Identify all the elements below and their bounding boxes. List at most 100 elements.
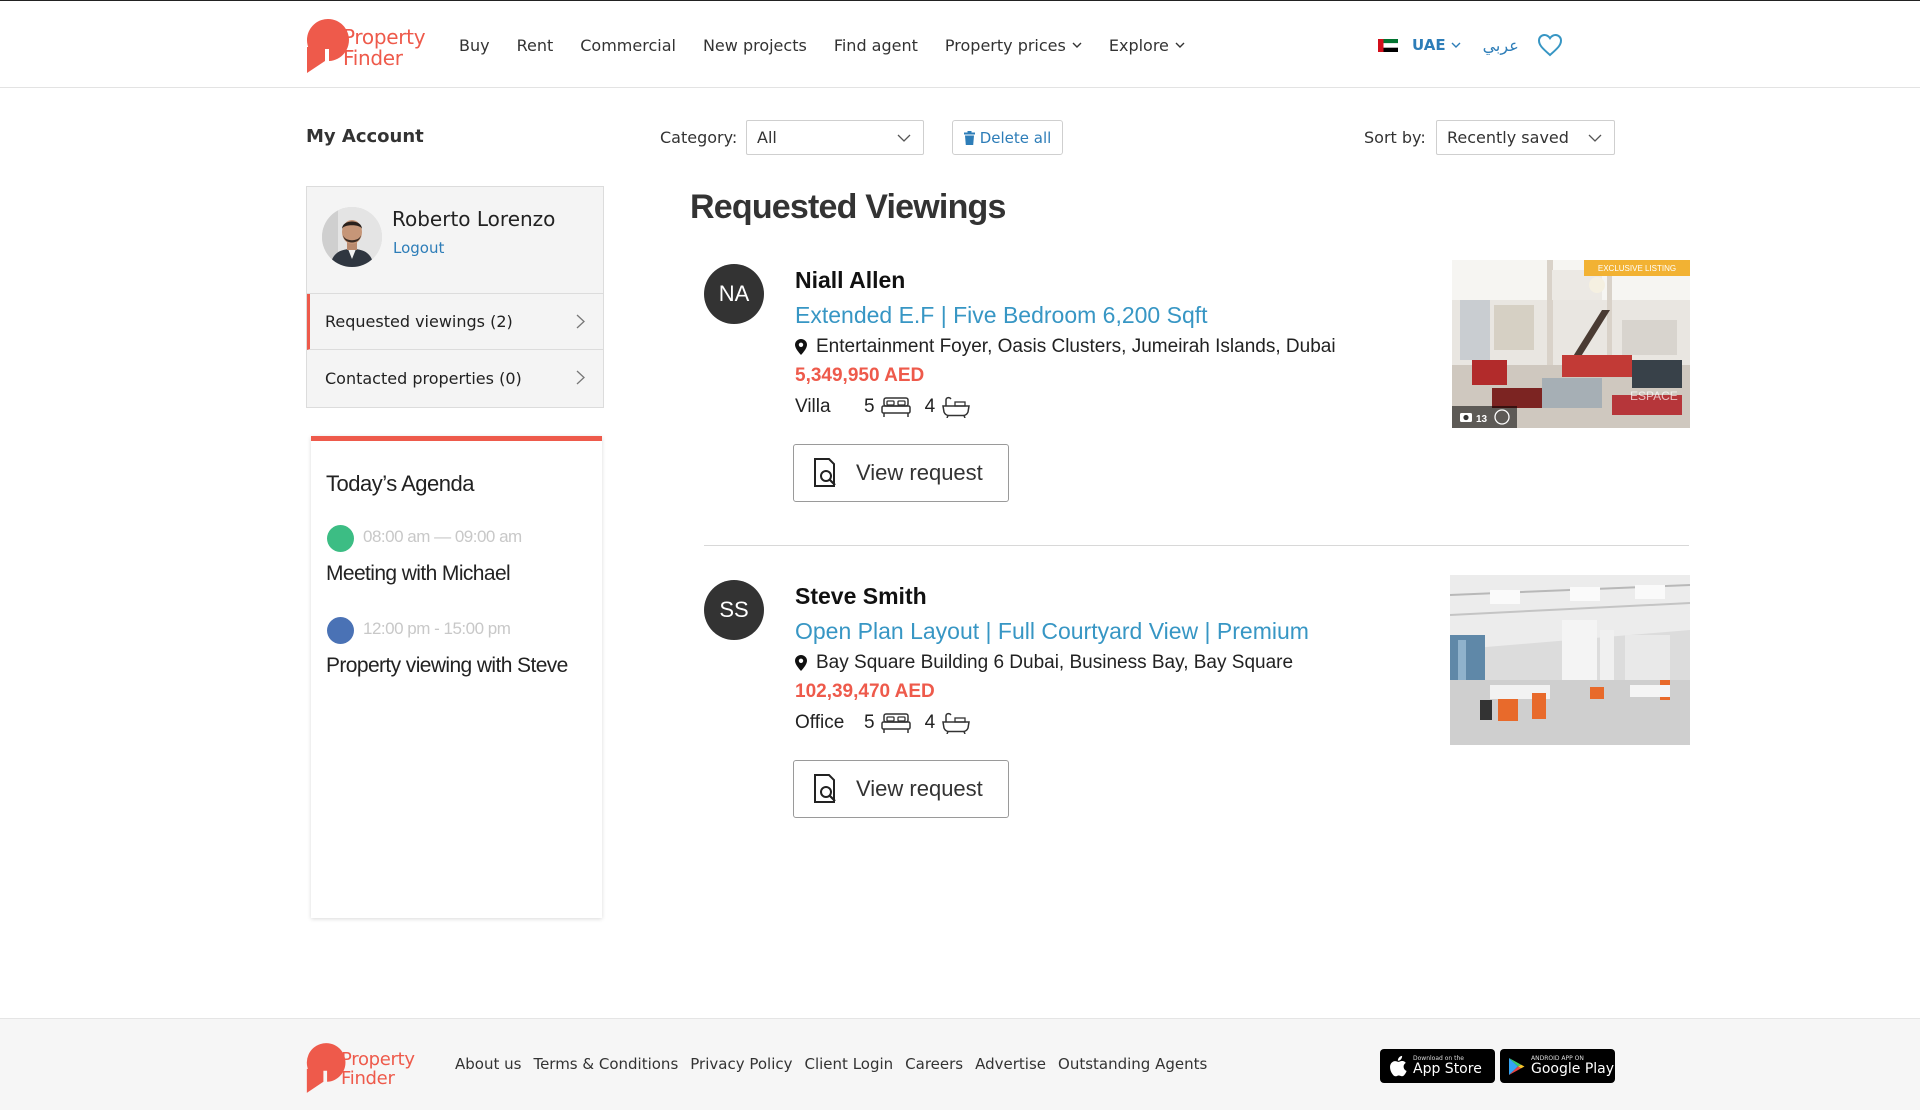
bed-icon <box>880 713 911 733</box>
google-play-icon <box>1509 1057 1525 1075</box>
footer-link-outstanding-agents[interactable]: Outstanding Agents <box>1058 1055 1207 1073</box>
property-thumbnail[interactable]: EXCLUSIVE LISTING ESPACE 13 <box>1452 260 1690 428</box>
google-play-big-text: Google Play <box>1531 1061 1615 1077</box>
logo-word-line2: Finder <box>341 1068 395 1089</box>
view-request-button[interactable]: View request <box>793 760 1009 818</box>
nav-commercial[interactable]: Commercial <box>580 36 676 55</box>
property-thumbnail[interactable] <box>1450 575 1690 745</box>
bed-count: 5 <box>864 396 875 417</box>
property-location: Bay Square Building 6 Dubai, Business Ba… <box>795 652 1293 674</box>
footer-link-careers[interactable]: Careers <box>905 1055 963 1073</box>
agenda-event-dot <box>327 617 354 644</box>
photo-watermark: ESPACE <box>1630 389 1678 403</box>
sort-select[interactable]: Recently saved <box>1436 120 1615 155</box>
heart-icon[interactable] <box>1537 33 1563 57</box>
property-finder-logo[interactable]: Property Finder <box>305 19 435 73</box>
chevron-down-icon <box>1451 42 1461 48</box>
app-store-big-text: App Store <box>1413 1061 1482 1077</box>
listing-divider <box>704 545 1689 546</box>
nav-property-prices[interactable]: Property prices <box>945 36 1082 55</box>
nav-buy-label: Buy <box>459 35 490 55</box>
language-toggle[interactable]: عربي <box>1483 36 1519 55</box>
footer-link-advertise[interactable]: Advertise <box>975 1055 1046 1073</box>
chevron-down-icon <box>1072 42 1082 48</box>
agenda-event-time: 12:00 pm - 15:00 pm <box>363 619 511 638</box>
site-header: Property Finder Buy Rent Commercial New … <box>0 1 1920 88</box>
view-request-button[interactable]: View request <box>793 444 1009 502</box>
agent-name: Steve Smith <box>795 583 927 609</box>
agenda-event-title[interactable]: Meeting with Michael <box>326 562 511 586</box>
footer-link-client-login[interactable]: Client Login <box>805 1055 894 1073</box>
footer-link-privacy[interactable]: Privacy Policy <box>690 1055 792 1073</box>
main-nav: Buy Rent Commercial New projects Find ag… <box>459 1 1212 89</box>
property-type: Villa <box>795 396 831 417</box>
delete-all-label: Delete all <box>979 128 1052 147</box>
villa-interior-photo: EXCLUSIVE LISTING ESPACE 13 <box>1452 260 1690 428</box>
google-play-badge[interactable]: ANDROID APP ON Google Play <box>1500 1049 1615 1083</box>
agent-initials-avatar: SS <box>704 580 764 640</box>
delete-all-button[interactable]: Delete all <box>952 120 1063 155</box>
logo-word-line1: Property <box>341 1049 415 1070</box>
nav-find-agent-label: Find agent <box>833 35 918 55</box>
logo-word-line2: Finder <box>343 46 403 70</box>
nav-rent[interactable]: Rent <box>517 36 554 55</box>
logo-wordmark: Property Finder <box>343 27 426 70</box>
country-label: UAE <box>1412 36 1446 54</box>
sort-label: Sort by: <box>1364 128 1426 147</box>
document-search-icon <box>814 458 836 487</box>
nav-new-projects[interactable]: New projects <box>703 36 807 55</box>
nav-explore[interactable]: Explore <box>1109 36 1185 55</box>
footer-link-about[interactable]: About us <box>455 1055 521 1073</box>
view-request-label: View request <box>856 776 983 801</box>
avatar-photo <box>322 207 382 267</box>
agenda-event-dot <box>327 525 354 552</box>
bath-count: 4 <box>924 712 936 733</box>
nav-rent-label: Rent <box>516 35 554 55</box>
property-title-link[interactable]: Open Plan Layout | Full Courtyard View |… <box>795 618 1309 645</box>
property-meta: Office 5 4 <box>795 712 971 734</box>
app-store-badge[interactable]: Download on the App Store <box>1380 1049 1495 1083</box>
pin-icon <box>795 655 807 671</box>
nav-commercial-label: Commercial <box>580 35 676 55</box>
footer-link-terms[interactable]: Terms & Conditions <box>533 1055 678 1073</box>
site-footer: Property Finder About us Terms & Conditi… <box>0 1018 1920 1110</box>
trash-icon <box>963 130 975 145</box>
pin-icon <box>795 339 807 355</box>
apple-icon <box>1390 1055 1407 1077</box>
account-heading: My Account <box>306 126 424 147</box>
profile-header: Roberto Lorenzo Logout <box>307 187 603 294</box>
agenda-event-time: 08:00 am — 09:00 am <box>363 527 522 546</box>
google-play-text: ANDROID APP ON Google Play <box>1531 1055 1614 1077</box>
nav-explore-label: Explore <box>1108 35 1169 55</box>
category-select[interactable]: All <box>746 120 924 155</box>
nav-buy[interactable]: Buy <box>459 36 490 55</box>
app-store-text: Download on the App Store <box>1413 1055 1482 1077</box>
property-location-text: Bay Square Building 6 Dubai, Business Ba… <box>816 652 1294 673</box>
exclusive-listing-badge: EXCLUSIVE LISTING <box>1598 264 1676 273</box>
uae-flag-icon <box>1378 38 1398 52</box>
category-value: All <box>757 128 777 147</box>
chevron-down-icon <box>897 134 911 142</box>
chevron-down-icon <box>1588 134 1602 142</box>
footer-logo[interactable]: Property Finder <box>305 1043 425 1093</box>
todays-agenda-panel: Today’s Agenda 08:00 am — 09:00 am Meeti… <box>311 436 602 918</box>
bath-icon <box>942 396 971 418</box>
sidebar-item-requested-viewings[interactable]: Requested viewings (2) <box>307 294 603 350</box>
sidebar-item-contacted-properties[interactable]: Contacted properties (0) <box>307 350 603 406</box>
avatar <box>322 207 382 267</box>
agenda-event-title[interactable]: Property viewing with Steve <box>326 654 568 678</box>
logo-wordmark: Property Finder <box>341 1050 415 1088</box>
logout-link[interactable]: Logout <box>393 239 444 257</box>
property-title-link[interactable]: Extended E.F | Five Bedroom 6,200 Sqft <box>795 302 1208 329</box>
property-type: Office <box>795 712 845 733</box>
page-title: Requested Viewings <box>690 188 1006 226</box>
chevron-right-icon <box>576 314 585 329</box>
photo-count: 13 <box>1476 414 1488 425</box>
view-request-label: View request <box>856 460 983 485</box>
property-location-text: Entertainment Foyer, Oasis Clusters, Jum… <box>816 336 1336 357</box>
nav-find-agent[interactable]: Find agent <box>834 36 918 55</box>
chevron-down-icon <box>1175 42 1185 48</box>
country-selector[interactable]: UAE <box>1412 36 1461 54</box>
sort-value: Recently saved <box>1447 128 1569 147</box>
nav-property-prices-label: Property prices <box>944 35 1066 55</box>
